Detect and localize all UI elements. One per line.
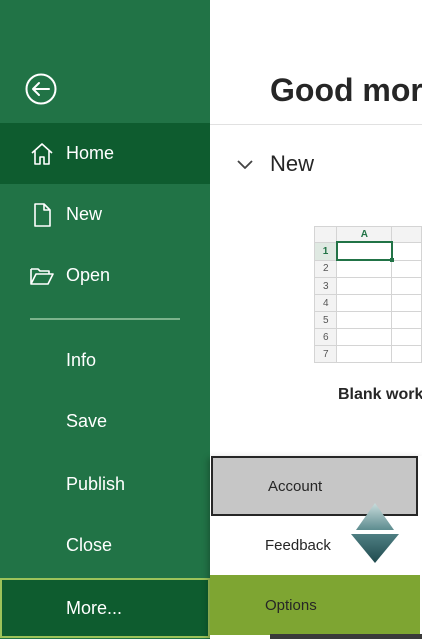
blank-workbook-thumbnail[interactable]: A 1 2 3 4 5 6 7: [314, 226, 422, 364]
grid-cell: [391, 277, 422, 295]
row-header: 4: [314, 294, 338, 312]
grid-cell: [336, 345, 393, 363]
sidebar-item-more[interactable]: More...: [0, 578, 210, 638]
status-strip: [270, 634, 422, 639]
sidebar-item-open[interactable]: Open: [0, 245, 210, 306]
grid-cell: [391, 259, 422, 278]
grid-cell: [391, 294, 422, 312]
menu-item-label: Feedback: [265, 537, 331, 554]
row-header: 3: [314, 277, 338, 295]
grid-cell: [336, 294, 393, 312]
sidebar-item-close[interactable]: Close: [0, 515, 210, 576]
sidebar-item-publish[interactable]: Publish: [0, 454, 210, 515]
grid-cell: [336, 328, 393, 346]
new-document-icon: [28, 201, 56, 229]
back-arrow-icon: [25, 73, 57, 105]
title-divider: [210, 124, 422, 125]
sidebar-item-label: Close: [66, 535, 113, 555]
blank-workbook-caption: Blank work: [338, 386, 422, 403]
more-flyout-menu: Account Feedback Options: [210, 456, 422, 639]
chevron-down-icon[interactable]: [236, 156, 254, 174]
menu-item-label: Options: [265, 596, 317, 614]
sidebar-item-label: Info: [66, 350, 97, 370]
active-cell: [335, 241, 395, 263]
grid-cell: [391, 328, 422, 346]
column-header: [391, 226, 422, 243]
sidebar-item-label: More...: [66, 597, 123, 618]
sidebar-item-label: New: [66, 204, 103, 224]
row-header: 6: [314, 328, 338, 346]
row-header: 2: [314, 259, 338, 278]
scroll-arrows-icon[interactable]: [348, 502, 402, 564]
home-icon: [28, 140, 56, 168]
sidebar-item-label: Publish: [66, 474, 126, 494]
grid-cell: [336, 311, 393, 329]
back-button[interactable]: [24, 72, 58, 106]
sidebar-item-label: Open: [66, 265, 111, 285]
grid-cell: [336, 259, 393, 278]
sidebar-item-label: Home: [66, 143, 115, 163]
sidebar-divider: [30, 318, 180, 320]
column-header-a: A: [336, 226, 393, 243]
row-header: 7: [314, 345, 338, 363]
page-title: Good morn: [270, 72, 422, 108]
sidebar-item-home[interactable]: Home: [0, 123, 210, 184]
sidebar-item-info[interactable]: Info: [0, 330, 210, 391]
sidebar-item-label: Save: [66, 411, 108, 431]
grid-cell: [391, 345, 422, 363]
backstage-sidebar: Home New Open Info Save Publish Close Mo…: [0, 0, 210, 639]
menu-item-label: Account: [268, 477, 323, 495]
grid-cell: [336, 277, 393, 295]
menu-item-options[interactable]: Options: [210, 575, 420, 635]
sidebar-item-save[interactable]: Save: [0, 391, 210, 452]
section-title-new: New: [270, 151, 315, 176]
row-header: 5: [314, 311, 338, 329]
grid-cell: [391, 241, 422, 261]
grid-corner: [314, 226, 338, 243]
row-header: 1: [314, 241, 338, 261]
sidebar-item-new[interactable]: New: [0, 184, 210, 245]
grid-cell: [391, 311, 422, 329]
workbook-grid-preview: A 1 2 3 4 5 6 7: [314, 226, 422, 363]
open-folder-icon: [28, 262, 56, 290]
